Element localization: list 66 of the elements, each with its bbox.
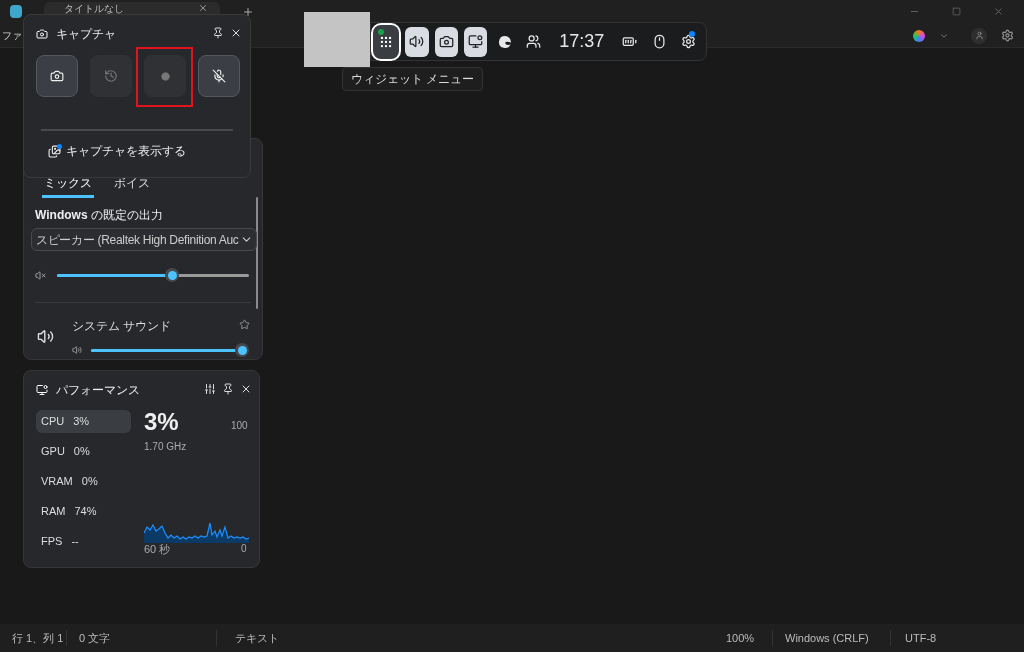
frequency-text: 1.70 GHz bbox=[144, 440, 187, 454]
people-icon bbox=[526, 34, 542, 49]
notepad-icon bbox=[10, 5, 22, 18]
status-text: UTF-8 bbox=[905, 630, 937, 646]
assistant-icon[interactable] bbox=[913, 29, 925, 42]
mute-icon[interactable] bbox=[35, 269, 46, 281]
panel-title: パフォーマンス bbox=[56, 382, 140, 399]
close-icon[interactable] bbox=[240, 383, 252, 395]
status-text: テキスト bbox=[235, 630, 279, 646]
speaker-icon bbox=[409, 34, 425, 49]
gallery-icon bbox=[48, 144, 61, 158]
grid-icon bbox=[379, 34, 394, 49]
cpu-usage-value: 3% bbox=[144, 407, 179, 437]
pin-icon[interactable] bbox=[212, 27, 224, 39]
output-label: Windows の既定の出力 bbox=[35, 207, 163, 224]
mouse-icon bbox=[651, 34, 667, 49]
profile-button[interactable] bbox=[971, 27, 987, 44]
audio-tab[interactable]: ボイス bbox=[112, 174, 152, 198]
metric-item[interactable]: RAM 74% bbox=[36, 500, 131, 523]
screenshot-button[interactable] bbox=[36, 55, 78, 97]
camera-icon bbox=[36, 28, 48, 40]
scrollbar[interactable] bbox=[256, 197, 258, 309]
pin-icon[interactable] bbox=[222, 383, 234, 395]
document-tab[interactable]: タイトルなし bbox=[44, 2, 220, 14]
mic-off-icon bbox=[212, 69, 226, 83]
widget-menu-button[interactable] bbox=[373, 24, 400, 59]
status-text: 0 文字 bbox=[79, 630, 111, 646]
status-text: Windows (CRLF) bbox=[785, 630, 869, 646]
settings-icon[interactable] bbox=[1001, 29, 1014, 42]
person-icon bbox=[974, 31, 984, 40]
status-text: 行 1、列 1 bbox=[12, 630, 64, 646]
capture-button[interactable] bbox=[434, 26, 458, 57]
status-text: 100% bbox=[726, 630, 755, 646]
new-tab-icon[interactable] bbox=[242, 6, 254, 18]
settings-icon bbox=[680, 34, 696, 49]
mic-button[interactable] bbox=[198, 55, 240, 97]
close-icon[interactable] bbox=[198, 3, 208, 13]
camera-icon bbox=[50, 69, 64, 83]
metric-item[interactable]: VRAM 0% bbox=[36, 470, 131, 493]
time-axis-label: 60 秒 bbox=[144, 542, 171, 557]
max-label: 100 bbox=[231, 419, 248, 433]
menu-item[interactable]: ファ bbox=[2, 28, 22, 43]
speaker-icon bbox=[37, 328, 54, 345]
sliders-icon[interactable] bbox=[204, 383, 216, 395]
record-icon bbox=[160, 71, 170, 81]
volume-icon[interactable] bbox=[72, 345, 82, 355]
panel-title: キャプチャ bbox=[56, 26, 116, 43]
min-label: 0 bbox=[241, 542, 247, 556]
metric-item[interactable]: CPU 3% bbox=[36, 410, 131, 433]
favorite-icon[interactable] bbox=[239, 319, 250, 330]
device-dropdown[interactable]: スピーカー (Realtek High Definition Auc bbox=[31, 228, 257, 251]
audio-button[interactable] bbox=[405, 26, 429, 57]
performance-button[interactable] bbox=[463, 26, 487, 57]
view-captures-link[interactable]: キャプチャを表示する bbox=[48, 142, 186, 160]
history-icon bbox=[104, 69, 118, 83]
close-icon[interactable] bbox=[230, 27, 242, 39]
metric-item[interactable]: FPS -- bbox=[36, 530, 131, 553]
battery-icon bbox=[622, 34, 638, 49]
clock-time: 17:37 bbox=[558, 30, 606, 53]
app-name: システム サウンド bbox=[72, 318, 172, 335]
tab-title: タイトルなし bbox=[64, 2, 124, 14]
metric-item[interactable]: GPU 0% bbox=[36, 440, 131, 463]
monitor-icon bbox=[36, 384, 48, 396]
monitor-icon bbox=[467, 34, 483, 49]
camera-icon bbox=[438, 34, 454, 49]
tooltip: ウィジェット メニュー bbox=[342, 67, 484, 91]
